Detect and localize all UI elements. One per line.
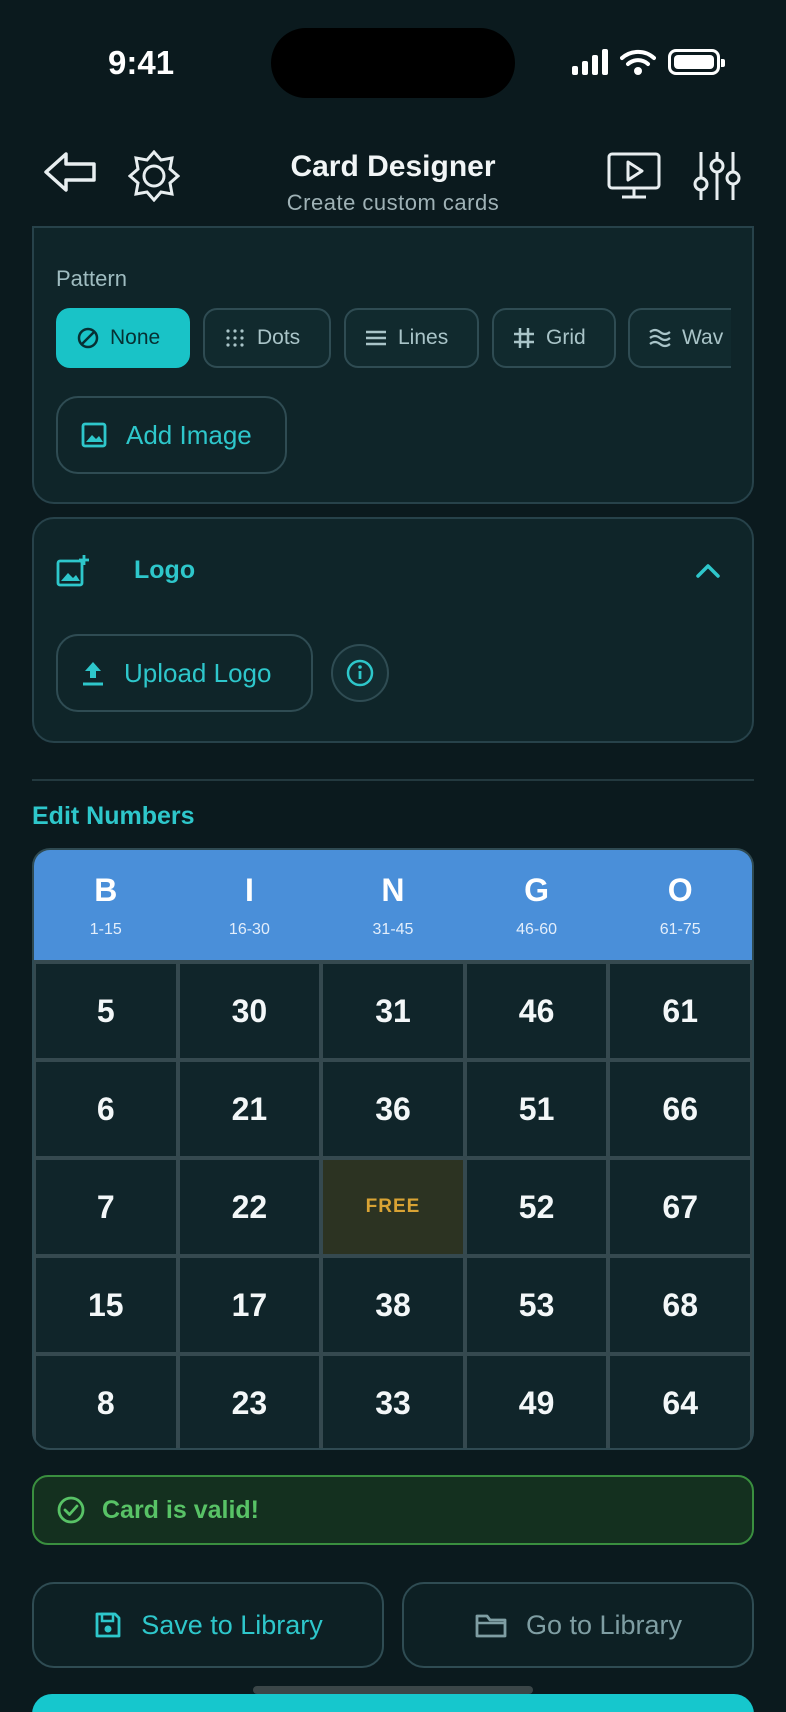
chevron-up-icon[interactable] — [694, 560, 722, 580]
save-icon — [95, 1612, 121, 1638]
pattern-chip-dots[interactable]: Dots — [203, 308, 331, 368]
column-range: 61-75 — [659, 921, 701, 938]
number-cell[interactable]: 23 — [179, 1356, 320, 1448]
column-header-b: B 1-15 — [34, 850, 178, 960]
pattern-chip-lines[interactable]: Lines — [344, 308, 479, 368]
bingo-header-row: B 1-15 I 16-30 N 31-45 G 46-60 O 61-75 — [34, 850, 752, 960]
validation-banner: Card is valid! — [32, 1475, 754, 1545]
number-cell[interactable]: 36 — [323, 1062, 463, 1156]
sliders-icon[interactable] — [692, 150, 742, 202]
number-cell[interactable]: 53 — [466, 1258, 607, 1352]
number-cell[interactable]: 6 — [36, 1062, 176, 1156]
home-indicator — [253, 1686, 533, 1694]
column-header-n: N 31-45 — [321, 850, 465, 960]
column-letter: B — [94, 872, 118, 908]
column-letter: I — [244, 872, 254, 908]
number-cell[interactable]: 61 — [610, 964, 750, 1058]
number-cell[interactable]: 21 — [179, 1062, 320, 1156]
cellular-signal-icon — [572, 49, 608, 75]
column-letter: O — [667, 872, 693, 908]
wifi-icon — [620, 49, 656, 75]
pattern-label: Pattern — [56, 266, 127, 291]
bingo-number-grid: 5 30 31 46 61 6 21 36 51 66 7 22 FREE 52… — [34, 960, 752, 1448]
number-cell[interactable]: 17 — [179, 1258, 320, 1352]
upload-logo-button[interactable]: Upload Logo — [56, 634, 313, 712]
add-image-button[interactable]: Add Image — [56, 396, 287, 474]
number-cell[interactable]: 46 — [466, 964, 607, 1058]
primary-action-button[interactable] — [32, 1694, 754, 1712]
number-cell[interactable]: 15 — [36, 1258, 176, 1352]
bingo-card-editor: B 1-15 I 16-30 N 31-45 G 46-60 O 61-75 5 30 3… — [32, 848, 754, 1450]
column-letter: N — [381, 872, 405, 908]
number-cell[interactable]: 64 — [610, 1356, 750, 1448]
pattern-chip-waves[interactable]: Wav — [628, 308, 731, 368]
chip-label: Dots — [257, 326, 301, 349]
validation-message: Card is valid! — [102, 1495, 259, 1524]
number-cell[interactable]: 31 — [323, 964, 463, 1058]
edit-numbers-title: Edit Numbers — [32, 802, 195, 830]
number-cell[interactable]: 30 — [179, 964, 320, 1058]
number-cell[interactable]: 38 — [323, 1258, 463, 1352]
image-icon — [81, 422, 107, 448]
free-space-cell: FREE — [323, 1160, 463, 1254]
number-cell[interactable]: 67 — [610, 1160, 750, 1254]
number-cell[interactable]: 49 — [466, 1356, 607, 1448]
number-cell[interactable]: 5 — [36, 964, 176, 1058]
section-divider — [32, 779, 754, 781]
status-time: 9:41 — [108, 44, 175, 81]
pattern-chip-none[interactable]: None — [56, 308, 190, 368]
status-bar: 9:41 — [0, 0, 786, 130]
column-range: 46-60 — [516, 921, 558, 938]
logo-section-title: Logo — [134, 556, 196, 584]
page-subtitle: Create custom cards — [286, 190, 500, 215]
number-cell[interactable]: 51 — [466, 1062, 607, 1156]
folder-icon — [475, 1614, 507, 1638]
number-cell[interactable]: 33 — [323, 1356, 463, 1448]
column-header-i: I 16-30 — [178, 850, 322, 960]
chip-scroll-clip: Wav — [628, 308, 731, 368]
number-cell[interactable]: 22 — [179, 1160, 320, 1254]
column-header-o: O 61-75 — [608, 850, 752, 960]
lines-icon — [366, 330, 386, 346]
number-cell[interactable]: 66 — [610, 1062, 750, 1156]
info-button[interactable] — [330, 643, 390, 703]
add-image-label: Add Image — [126, 419, 252, 450]
check-circle-icon — [57, 1496, 85, 1524]
chip-label: Lines — [398, 326, 449, 349]
pattern-chip-grid[interactable]: Grid — [492, 308, 616, 368]
upload-logo-label: Upload Logo — [124, 657, 272, 688]
add-photo-icon — [56, 555, 89, 587]
battery-icon — [668, 49, 725, 75]
column-letter: G — [524, 872, 550, 908]
number-cell[interactable]: 8 — [36, 1356, 176, 1448]
present-screen-icon[interactable] — [606, 150, 662, 202]
upload-icon — [83, 662, 103, 686]
waves-icon — [649, 328, 671, 348]
column-header-g: G 46-60 — [465, 850, 609, 960]
number-cell[interactable]: 68 — [610, 1258, 750, 1352]
save-label: Save to Library — [141, 1609, 323, 1640]
status-icons — [572, 48, 725, 76]
column-range: 1-15 — [89, 921, 122, 938]
number-cell[interactable]: 52 — [466, 1160, 607, 1254]
go-to-library-button[interactable]: Go to Library — [402, 1582, 754, 1668]
save-to-library-button[interactable]: Save to Library — [32, 1582, 384, 1668]
chip-label: Grid — [546, 326, 586, 349]
none-icon — [77, 327, 99, 349]
dynamic-island — [271, 28, 515, 98]
grid-icon — [514, 328, 534, 348]
dots-icon — [226, 329, 244, 347]
column-range: 16-30 — [228, 921, 270, 938]
chip-label: None — [110, 326, 161, 349]
page-title: Card Designer — [290, 150, 496, 183]
chip-label: Wav — [682, 326, 724, 349]
column-range: 31-45 — [372, 921, 414, 938]
go-label: Go to Library — [525, 1609, 683, 1640]
number-cell[interactable]: 7 — [36, 1160, 176, 1254]
